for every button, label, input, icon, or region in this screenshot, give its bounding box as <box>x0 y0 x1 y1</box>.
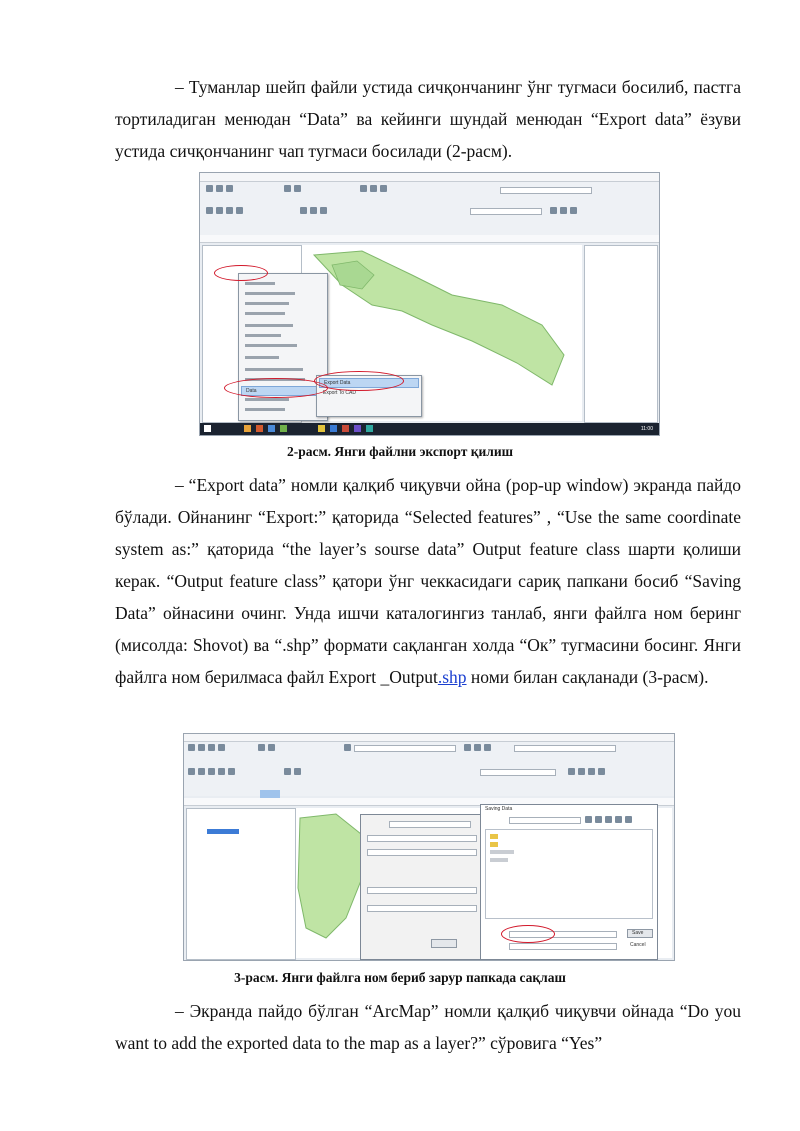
taskbar-clock: 11:00 <box>640 426 653 432</box>
shp-link[interactable]: .shp <box>438 667 467 687</box>
catalog-panel <box>584 245 658 423</box>
paragraph-3: – Экранда пайдо бўлган “ArcMap” номли қа… <box>115 1001 741 1053</box>
title-bar <box>200 173 659 182</box>
highlight-ellipse-data <box>224 378 328 398</box>
paragraph-2-tail: номи билан сақланади (3-расм). <box>466 667 709 687</box>
saving-data-title: Saving Data <box>485 806 513 812</box>
table-of-contents <box>186 808 296 960</box>
highlight-ellipse-layer <box>214 265 268 281</box>
paragraph-2: – “Export data” номли қалқиб чиқувчи ойн… <box>115 469 741 693</box>
title-bar <box>184 734 674 742</box>
save-button[interactable]: Save <box>627 929 653 938</box>
highlight-ellipse-filename <box>501 925 555 943</box>
export-data-dialog <box>360 814 488 960</box>
figure-3-screenshot: Saving Data Save Cancel <box>183 733 675 961</box>
context-menu: Data <box>238 273 328 421</box>
menu-bar <box>200 235 659 243</box>
taskbar: 11:00 <box>200 423 659 435</box>
figure-2-screenshot: Data Export Data Export To CAD 11:00 <box>199 172 660 436</box>
paragraph-2-text: – “Export data” номли қалқиб чиқувчи ойн… <box>115 475 741 687</box>
saving-data-dialog: Saving Data Save Cancel <box>480 804 658 960</box>
highlight-ellipse-export <box>314 371 404 391</box>
figure-2-caption: 2-расм. Янги файлни экспорт қилиш <box>286 444 514 459</box>
cancel-button[interactable]: Cancel <box>627 941 653 950</box>
paragraph-1: – Туманлар шейп файли устида сичқончанин… <box>115 77 741 161</box>
figure-3-caption: 3-расм. Янги файлга ном бериб зарур папк… <box>234 970 566 985</box>
menu-item-export-cad[interactable]: Export To CAD <box>323 390 356 396</box>
